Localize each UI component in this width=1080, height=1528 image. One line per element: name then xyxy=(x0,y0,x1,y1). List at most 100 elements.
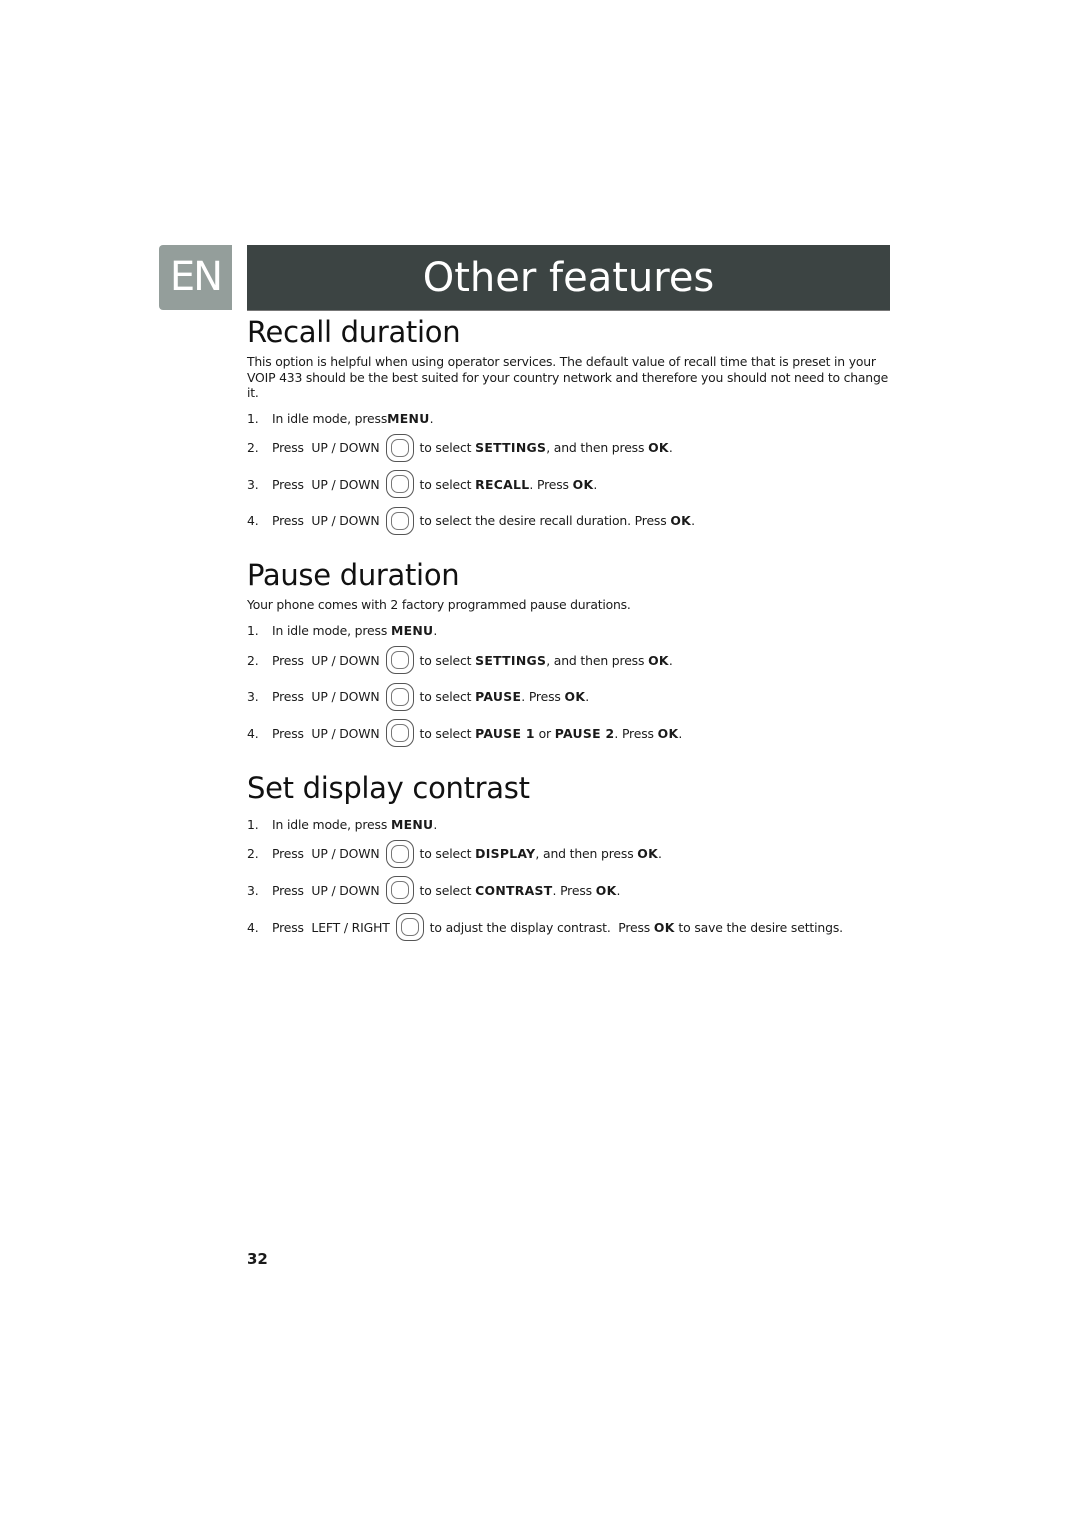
step-list: 1. In idle mode, press MENU. 2. Press UP /… xyxy=(247,408,897,540)
section-heading: Set display contrast xyxy=(247,770,530,805)
step-item: 4. Press LEFT / RIGHT to adjust the displa… xyxy=(247,909,897,946)
step-action: Press UP / DOWN xyxy=(272,689,380,705)
step-number: 4. xyxy=(247,725,259,741)
step-text: to adjust the display contrast. Press xyxy=(429,919,654,935)
key-label: MENU xyxy=(390,623,434,639)
key-label: PAUSE 2 xyxy=(554,725,615,741)
key-label: MENU xyxy=(390,817,434,833)
section-recall-duration: Recall duration This option is helpful w… xyxy=(247,312,897,539)
step-item: 3. Press UP / DOWN to select PAUSE. Press … xyxy=(247,678,897,715)
step-text: . Press xyxy=(552,882,596,898)
step-text: . Press xyxy=(529,476,573,492)
step-number: 2. xyxy=(247,440,259,456)
navigation-key-icon xyxy=(385,876,414,905)
step-text: , and then press xyxy=(535,846,638,862)
step-text: In idle mode, press xyxy=(272,817,391,833)
navigation-key-icon xyxy=(385,470,414,499)
navigation-key-icon xyxy=(385,682,414,711)
key-label: OK xyxy=(657,725,679,741)
page-title: Other features xyxy=(247,245,890,311)
step-number: 3. xyxy=(247,476,259,492)
step-text: to select xyxy=(419,440,476,456)
language-tab: EN xyxy=(159,245,232,310)
step-text: to select xyxy=(419,689,476,705)
step-action: Press UP / DOWN xyxy=(272,513,380,529)
step-text: to select xyxy=(419,846,476,862)
section-intro: Your phone comes with 2 factory programm… xyxy=(247,597,631,613)
step-action: Press UP / DOWN xyxy=(272,652,380,668)
step-text: , and then press xyxy=(546,440,649,456)
section-heading: Recall duration xyxy=(247,315,461,349)
step-text: to select xyxy=(419,652,476,668)
step-item: 4. Press UP / DOWN to select the desire re… xyxy=(247,503,897,540)
step-text: In idle mode, press xyxy=(272,411,388,426)
step-text: . xyxy=(433,623,438,639)
content: Recall duration This option is helpful w… xyxy=(247,312,897,961)
step-item: 2. Press UP / DOWN to select DISPLAY, and … xyxy=(247,836,897,873)
step-text: . xyxy=(433,817,438,833)
section-pause-duration: Pause duration Your phone comes with 2 f… xyxy=(247,555,897,751)
step-number: 4. xyxy=(247,513,259,529)
key-label: OK xyxy=(648,652,669,668)
step-text: . xyxy=(668,652,673,668)
step-item: 1. In idle mode, press MENU. xyxy=(247,814,897,836)
step-number: 2. xyxy=(247,846,259,862)
step-action: Press UP / DOWN xyxy=(272,725,380,741)
step-item: 2. Press UP / DOWN to select SETTINGS, and… xyxy=(247,642,897,679)
step-number: 4. xyxy=(247,919,259,935)
step-action: Press UP / DOWN xyxy=(272,882,380,898)
key-label: DISPLAY xyxy=(475,846,536,862)
navigation-key-icon xyxy=(395,913,424,942)
step-number: 2. xyxy=(247,652,259,668)
page-number: 32 xyxy=(247,1250,268,1268)
step-item: 4. Press UP / DOWN to select PAUSE 1 or PA… xyxy=(247,715,897,752)
key-label: OK xyxy=(637,846,659,862)
step-text: . xyxy=(429,411,434,426)
step-number: 3. xyxy=(247,689,259,705)
step-text: , and then press xyxy=(546,652,649,668)
key-label: OK xyxy=(595,882,617,898)
key-label: OK xyxy=(670,513,692,529)
key-label: OK xyxy=(572,476,594,492)
navigation-key-icon xyxy=(385,719,414,748)
step-action: Press UP / DOWN xyxy=(272,476,380,492)
navigation-key-icon xyxy=(385,839,414,868)
step-list: 1. In idle mode, press MENU. 2. Press UP /… xyxy=(247,620,897,752)
step-number: 1. xyxy=(247,817,259,833)
key-label: CONTRAST xyxy=(475,882,553,898)
key-label: OK xyxy=(648,440,669,456)
key-label: OK xyxy=(564,689,586,705)
step-text: . xyxy=(616,882,621,898)
step-text: . xyxy=(585,689,590,705)
key-label: RECALL xyxy=(475,476,530,492)
section-set-display-contrast: Set display contrast 1. In idle mode, pre… xyxy=(247,768,897,946)
step-action: Press UP / DOWN xyxy=(272,440,380,456)
navigation-key-icon xyxy=(385,506,414,535)
key-label: SETTINGS xyxy=(475,652,547,668)
step-action: Press UP / DOWN xyxy=(272,846,380,862)
navigation-key-icon xyxy=(385,433,414,462)
step-text: . Press xyxy=(614,725,658,741)
step-text: to select the desire recall duration. Pr… xyxy=(419,513,671,529)
step-item: 2. Press UP / DOWN to select SETTINGS, and… xyxy=(247,430,897,467)
section-intro: This option is helpful when using operat… xyxy=(247,354,889,400)
step-text: to save the desire settings. xyxy=(674,919,843,935)
key-label: SETTINGS xyxy=(475,440,547,456)
step-text: . xyxy=(658,846,662,862)
navigation-key-icon xyxy=(385,646,414,675)
step-list: 1. In idle mode, press MENU. 2. Press UP /… xyxy=(247,814,897,946)
step-number: 1. xyxy=(247,623,259,639)
step-text: to select xyxy=(419,725,476,741)
step-text: . xyxy=(668,440,673,456)
step-number: 3. xyxy=(247,882,259,898)
step-text: . xyxy=(691,513,695,529)
key-label: PAUSE xyxy=(475,689,522,705)
step-text: . xyxy=(593,476,598,492)
step-text: or xyxy=(534,725,555,741)
key-label: OK xyxy=(653,919,675,935)
step-text: In idle mode, press xyxy=(272,623,391,639)
step-text: to select xyxy=(419,882,476,898)
step-action: Press LEFT / RIGHT xyxy=(272,919,390,935)
step-item: 3. Press UP / DOWN to select RECALL. Press… xyxy=(247,466,897,503)
step-text: . xyxy=(678,725,683,741)
